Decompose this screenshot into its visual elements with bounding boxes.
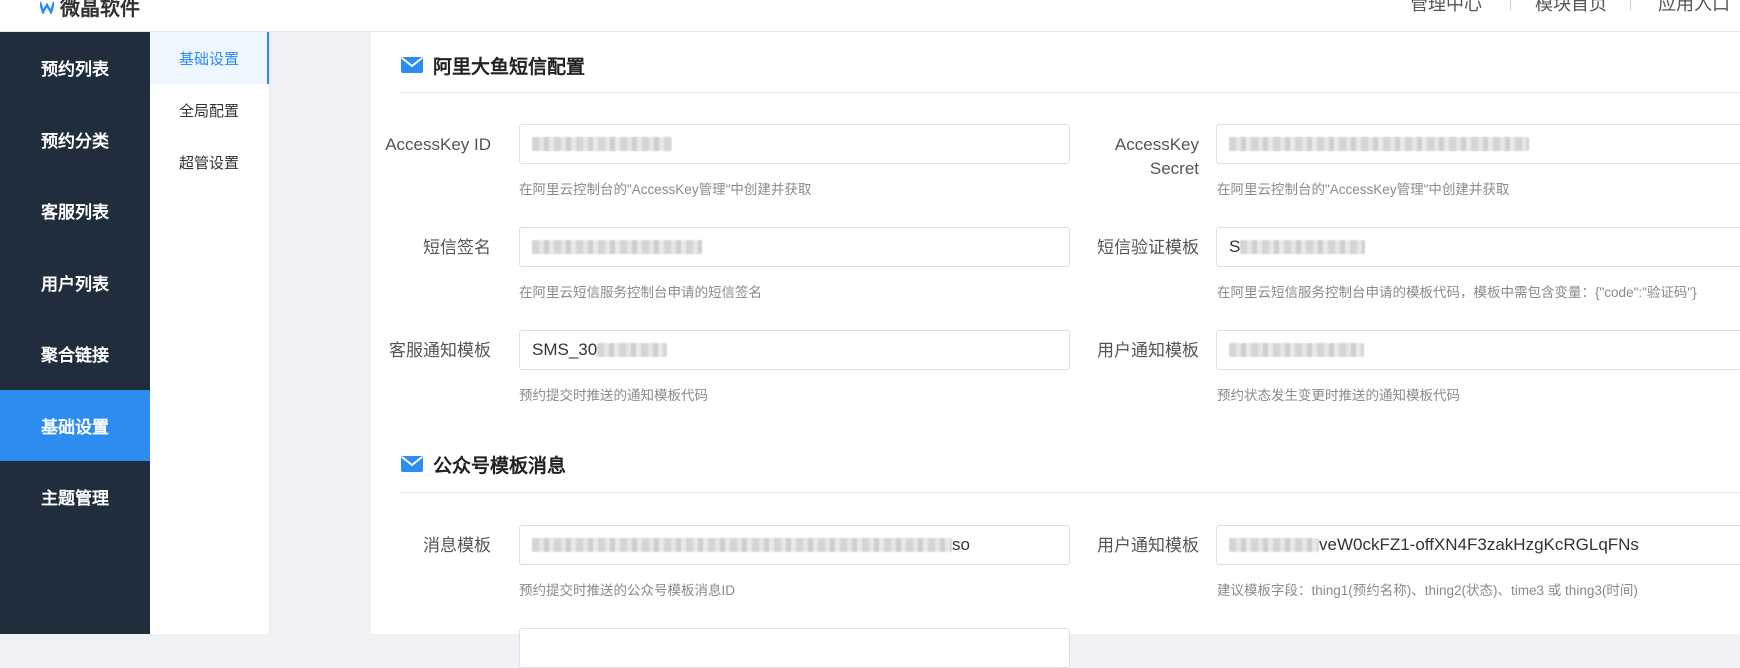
sms-sign-hint: 在阿里云短信服务控制台申请的短信签名 [519,285,762,300]
staff-notify-template-hint: 预约提交时推送的通知模板代码 [519,388,708,403]
top-header: 微晶软件 管理中心 模块首页 应用入口 [0,0,1740,32]
staff-notify-template-label: 客服通知模板 [389,341,491,360]
sidebar-item-user-list[interactable]: 用户列表 [0,247,150,319]
label-line: Secret [1149,159,1199,178]
section-title-text: 阿里大鱼短信配置 [433,56,586,78]
value-text: so [952,535,970,554]
section-title-text: 公众号模板消息 [433,455,567,477]
message-template-input[interactable]: so [519,525,1070,565]
masked-value [597,343,668,357]
sidebar-item-booking-category[interactable]: 预约分类 [0,104,150,176]
message-template-label: 消息模板 [423,536,491,555]
access-key-id-hint: 在阿里云控制台的"AccessKey管理"中创建并获取 [519,182,812,197]
nav-separator [1510,0,1511,10]
access-key-id-input[interactable] [519,124,1070,164]
sms-sign-input[interactable] [519,227,1070,267]
sms-verify-template-hint: 在阿里云短信服务控制台申请的模板代码，模板中需包含变量：{"code":"验证码… [1217,285,1697,300]
main-sidebar: 预约列表 预约分类 客服列表 用户列表 聚合链接 基础设置 主题管理 [0,32,150,634]
logo-icon [40,1,54,14]
next-field-input[interactable] [519,628,1070,668]
sms-sign-label: 短信签名 [423,238,491,257]
subnav-global-config[interactable]: 全局配置 [150,84,269,136]
nav-module-home[interactable]: 模块首页 [1535,0,1607,16]
access-key-secret-input[interactable] [1216,124,1740,164]
sidebar-item-aggregate-links[interactable]: 聚合链接 [0,318,150,390]
masked-value [532,137,672,151]
masked-value [1229,343,1364,357]
sidebar-item-staff-list[interactable]: 客服列表 [0,175,150,247]
wechat-section-title: 公众号模板消息 [401,449,566,479]
value-text: veW0ckFZ1-offXN4F3zakHzgKcRGLqFNs [1319,535,1639,554]
nav-admin-center[interactable]: 管理中心 [1410,0,1482,16]
app-logo[interactable]: 微晶软件 [40,0,140,21]
section-divider [401,492,1740,493]
masked-value [532,538,952,552]
access-key-id-label: AccessKey ID [385,135,491,154]
section-divider [401,92,1740,93]
sidebar-item-basic-settings[interactable]: 基础设置 [0,389,150,461]
logo-text: 微晶软件 [60,0,140,20]
wechat-user-notify-label: 用户通知模板 [1097,536,1199,555]
mail-icon [401,57,423,73]
settings-content: 阿里大鱼短信配置 AccessKey ID 在阿里云控制台的"AccessKey… [371,32,1740,668]
access-key-secret-hint: 在阿里云控制台的"AccessKey管理"中创建并获取 [1217,182,1510,197]
mail-icon [401,456,423,472]
value-text: SMS_30 [532,340,598,359]
sidebar-item-booking-list[interactable]: 预约列表 [0,32,150,104]
subnav-basic-settings[interactable]: 基础设置 [150,32,269,84]
value-text: S [1229,237,1241,256]
masked-value [1229,538,1319,552]
wechat-user-notify-hint: 建议模板字段：thing1(预约名称)、thing2(状态)、time3 或 t… [1217,583,1638,598]
wechat-user-notify-input[interactable]: veW0ckFZ1-offXN4F3zakHzgKcRGLqFNs [1216,525,1740,565]
staff-notify-template-input[interactable]: SMS_30 [519,330,1070,370]
subnav-super-admin[interactable]: 超管设置 [150,136,269,188]
label-line: AccessKey [1114,135,1199,154]
access-key-secret-label: AccessKey Secret [1079,133,1199,181]
user-notify-template-label: 用户通知模板 [1097,341,1199,360]
masked-value [532,240,702,254]
sms-section-title: 阿里大鱼短信配置 [401,50,585,80]
nav-separator [1630,0,1631,10]
sidebar-item-theme-management[interactable]: 主题管理 [0,461,150,533]
message-template-hint: 预约提交时推送的公众号模板消息ID [519,583,735,598]
sms-verify-template-input[interactable]: S [1216,227,1740,267]
masked-value [1240,240,1366,254]
masked-value [1229,137,1529,151]
sms-verify-template-label: 短信验证模板 [1097,238,1199,257]
user-notify-template-hint: 预约状态发生变更时推送的通知模板代码 [1217,388,1460,403]
nav-app-entry[interactable]: 应用入口 [1658,0,1730,16]
user-notify-template-input[interactable] [1216,330,1740,370]
sub-sidebar: 基础设置 全局配置 超管设置 [150,32,270,634]
